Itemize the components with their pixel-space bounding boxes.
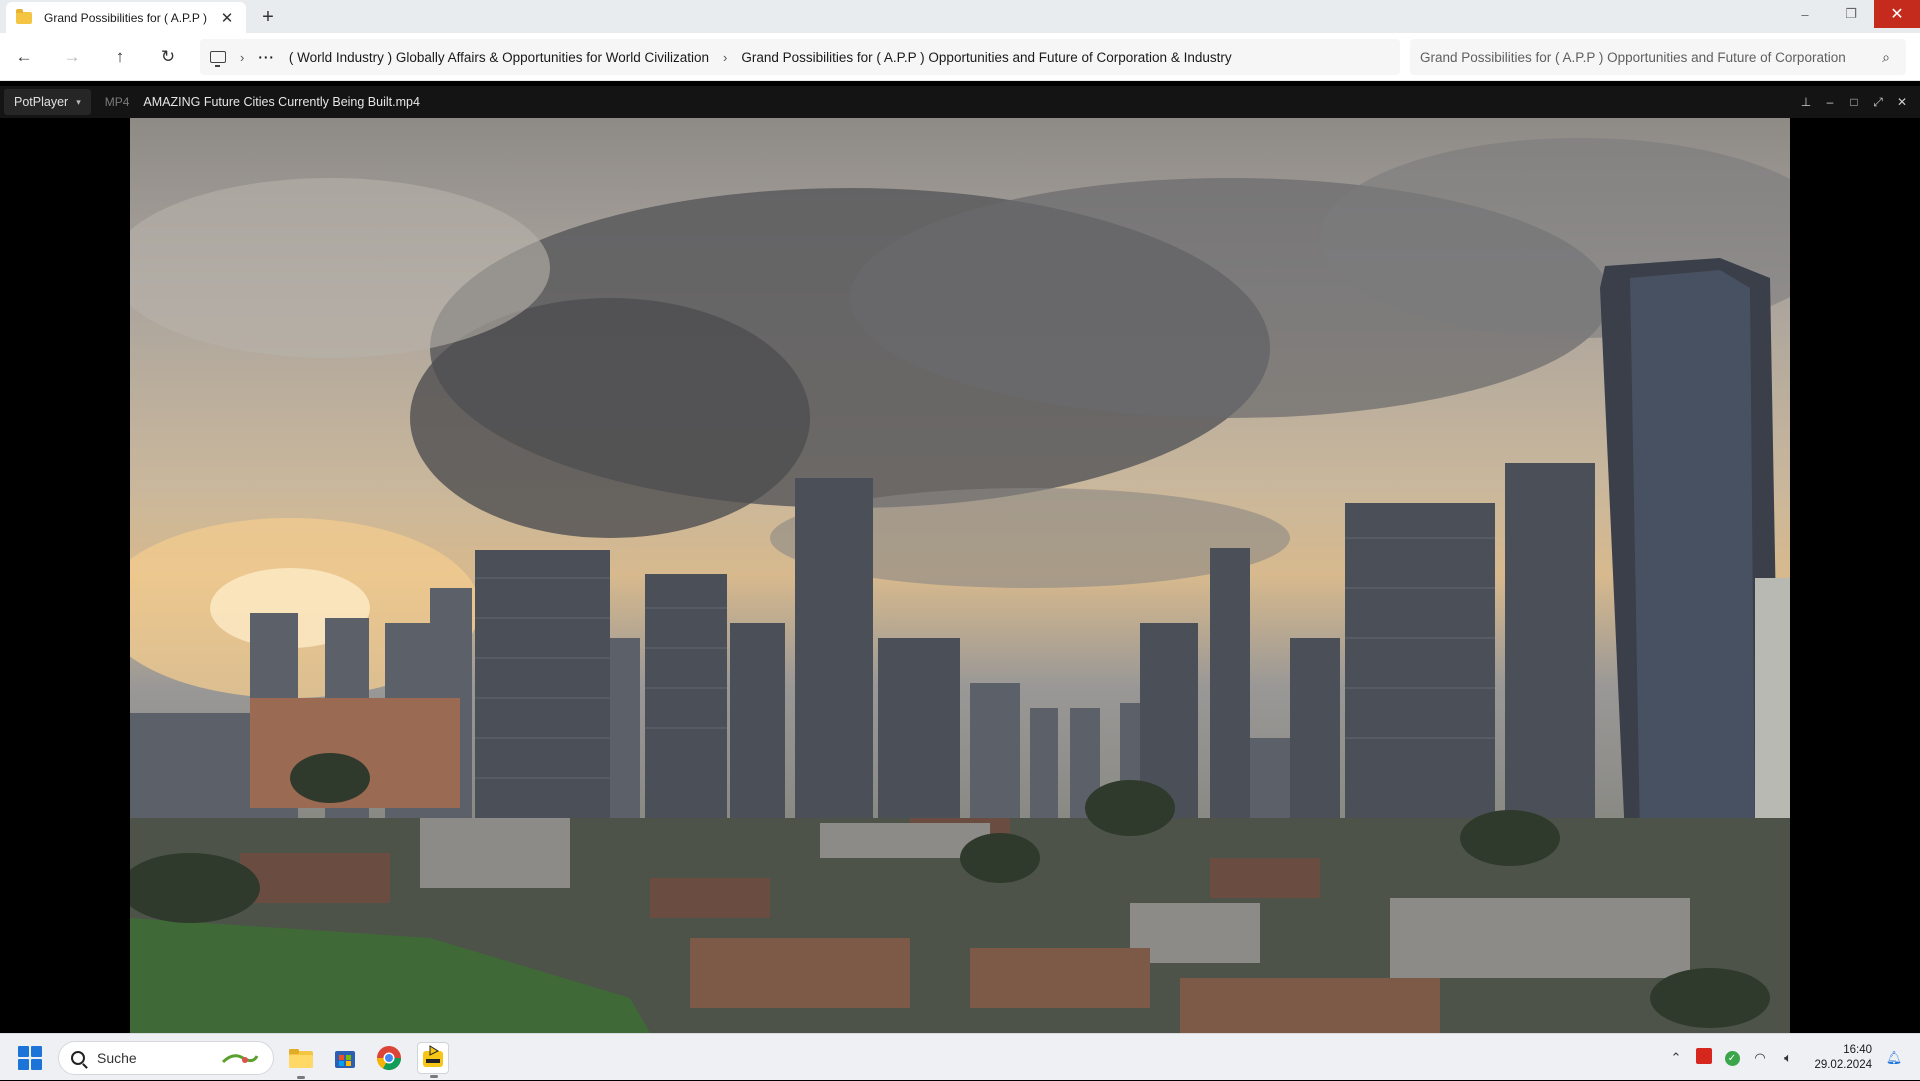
arrow-right-icon: →	[63, 46, 81, 66]
potplayer-window-controls: ⊥ – □ ⤢ ✕	[1794, 86, 1914, 118]
breadcrumb[interactable]: › ··· ( World Industry ) Globally Affair…	[200, 39, 1400, 75]
chevron-up-icon[interactable]: ⌃	[1662, 1050, 1690, 1066]
running-indicator	[297, 1076, 305, 1079]
wifi-icon[interactable]: ◠	[1746, 1050, 1774, 1066]
new-tab-button[interactable]: +	[250, 2, 286, 33]
back-button[interactable]: ←	[0, 33, 48, 81]
refresh-button[interactable]: ↻	[144, 33, 192, 81]
store-taskbar-icon[interactable]	[329, 1042, 361, 1074]
potplayer-taskbar-icon[interactable]	[417, 1042, 449, 1078]
taskbar-search-box[interactable]: Suche	[58, 1041, 274, 1075]
tab-close-icon[interactable]: ✕	[218, 9, 236, 27]
tab-title: Grand Possibilities for ( A.P.P )	[44, 10, 207, 25]
minimize-button[interactable]: –	[1782, 0, 1828, 28]
refresh-icon: ↻	[160, 46, 176, 66]
window-controls: – ❐ ✕	[1782, 0, 1920, 28]
arrow-left-icon: ←	[15, 46, 33, 66]
taskbar-search-placeholder: Suche	[97, 1050, 137, 1066]
minimize-icon[interactable]: –	[1818, 95, 1842, 109]
clock-date: 29.02.2024	[1814, 1058, 1872, 1071]
potplayer-menu-label: PotPlayer	[14, 95, 69, 109]
system-tray: ⌃ ✓ ◠ 🔈︎ 16:40 29.02.2024 🔔︎	[1662, 1034, 1920, 1081]
breadcrumb-item-grand-possibilities[interactable]: Grand Possibilities for ( A.P.P ) Opport…	[741, 50, 1231, 65]
breadcrumb-overflow[interactable]: ···	[258, 50, 275, 65]
forward-button[interactable]: →	[48, 33, 96, 81]
search-icon[interactable]: ⌕	[1876, 49, 1896, 66]
close-icon[interactable]: ✕	[1890, 95, 1914, 109]
running-indicator	[430, 1075, 438, 1078]
arrow-up-icon: ↑	[115, 46, 125, 66]
breadcrumb-item-world-industry[interactable]: ( World Industry ) Globally Affairs & Op…	[289, 50, 709, 65]
video-title: AMAZING Future Cities Currently Being Bu…	[143, 95, 420, 109]
chrome-icon	[377, 1046, 401, 1071]
search-input[interactable]: Grand Possibilities for ( A.P.P ) Opport…	[1410, 39, 1906, 75]
potplayer-menu-button[interactable]: PotPlayer ▾	[4, 89, 91, 115]
close-button[interactable]: ✕	[1874, 0, 1920, 28]
folder-icon	[289, 1049, 313, 1068]
chevron-right-icon[interactable]: ›	[723, 50, 727, 65]
format-badge: MP4	[104, 95, 130, 109]
acrobat-tray-icon[interactable]	[1690, 1048, 1718, 1067]
explorer-tab[interactable]: Grand Possibilities for ( A.P.P ) ✕	[6, 2, 246, 33]
city-skyline-scene	[130, 138, 1790, 1033]
chevron-right-icon[interactable]: ›	[240, 50, 244, 65]
maximize-icon[interactable]: □	[1842, 95, 1866, 109]
search-text: Grand Possibilities for ( A.P.P ) Opport…	[1420, 49, 1846, 65]
volume-icon[interactable]: 🔈︎	[1774, 1050, 1802, 1066]
restore-button[interactable]: ❐	[1828, 0, 1874, 28]
fullscreen-icon[interactable]: ⤢	[1866, 95, 1890, 110]
chrome-taskbar-icon[interactable]	[373, 1042, 405, 1074]
explorer-tab-bar: Grand Possibilities for ( A.P.P ) ✕ + – …	[0, 0, 1920, 33]
clock-time: 16:40	[1843, 1043, 1872, 1056]
computer-icon[interactable]	[210, 51, 226, 67]
clock[interactable]: 16:40 29.02.2024	[1802, 1043, 1872, 1073]
explorer-address-bar: ← → ↑ ↻ › ··· ( World Industry ) Globall…	[0, 33, 1920, 81]
search-highlight-icon	[221, 1054, 259, 1064]
notification-bell-icon[interactable]: 🔔︎	[1880, 1050, 1908, 1066]
search-icon	[71, 1051, 85, 1065]
potplayer-title-bar: PotPlayer ▾ MP4 AMAZING Future Cities Cu…	[0, 86, 1920, 118]
file-explorer-taskbar-icon[interactable]	[285, 1042, 317, 1079]
potplayer-icon	[423, 1045, 443, 1067]
video-area[interactable]	[0, 118, 1920, 1033]
security-tray-icon[interactable]: ✓	[1718, 1049, 1746, 1066]
up-button[interactable]: ↑	[96, 33, 144, 81]
windows-start-icon[interactable]	[18, 1046, 42, 1070]
pin-icon[interactable]: ⊥	[1794, 95, 1818, 109]
store-icon	[335, 1051, 355, 1068]
chevron-down-icon: ▾	[76, 96, 81, 107]
taskbar: Suche ⌃ ✓ ◠ 🔈︎ 16:40 29.02.2024 🔔︎	[0, 1033, 1920, 1080]
video-frame[interactable]	[130, 118, 1790, 1033]
folder-icon	[16, 8, 32, 24]
